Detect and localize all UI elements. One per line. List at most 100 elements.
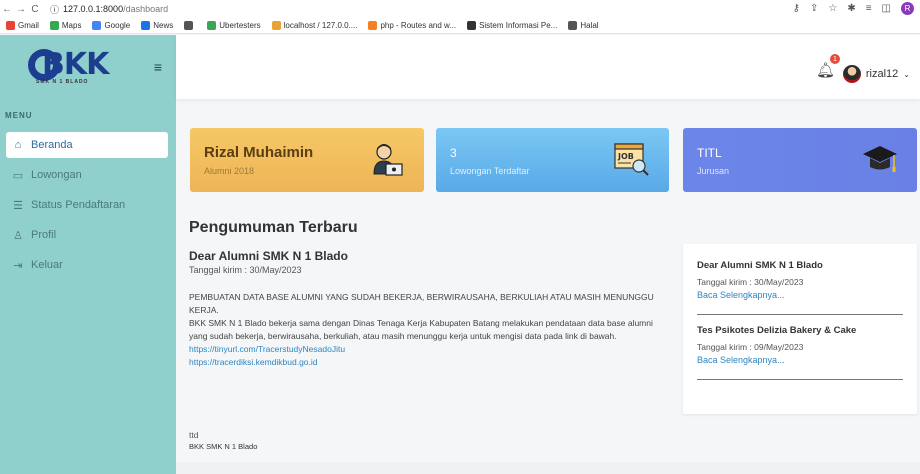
sidebar-item-profil[interactable]: ♙ Profil xyxy=(6,222,168,248)
announcement-body: PEMBUATAN DATA BASE ALUMNI YANG SUDAH BE… xyxy=(189,291,661,369)
key-icon[interactable]: ⚷ xyxy=(793,3,800,14)
user-icon: ♙ xyxy=(13,229,23,242)
graduate-person-icon xyxy=(373,144,403,176)
graduation-cap-icon xyxy=(863,146,897,172)
bookmark-label: Halal xyxy=(580,21,599,30)
sidebar-item-label: Profil xyxy=(31,229,57,241)
read-more-link[interactable]: Baca Selengkapnya... xyxy=(697,290,903,314)
bookmark-favicon-icon xyxy=(49,21,59,30)
sidebar-item-label: Beranda xyxy=(31,139,73,151)
topbar: 🔔︎ 1 rizal12 ⌄ xyxy=(176,35,920,99)
recent-title: Tes Psikotes Delizia Bakery & Cake xyxy=(697,325,857,336)
bookmarks-bar: Gmail Maps Google News Ubertesters localhost … xyxy=(0,18,920,34)
reading-list-icon[interactable]: ≡ xyxy=(866,3,872,14)
bookmark-favicon-icon xyxy=(207,21,217,30)
sidebar-item-lowongan[interactable]: ▭ Lowongan xyxy=(6,162,168,188)
major-card: TITL Jurusan xyxy=(683,128,917,192)
sidepanel-icon[interactable]: ◫ xyxy=(882,3,891,14)
bookmark-label: Gmail xyxy=(18,21,39,30)
card-title: TITL xyxy=(697,146,722,160)
sidebar-item-label: Status Pendaftaran xyxy=(31,199,126,211)
bookmark-favicon-icon xyxy=(368,21,378,30)
read-more-link[interactable]: Baca Selengkapnya... xyxy=(697,355,903,379)
list-icon: ☰ xyxy=(13,199,23,212)
card-subtitle: Lowongan Terdaftar xyxy=(450,166,530,176)
home-icon: ⌂ xyxy=(14,139,22,151)
sidebar-item-status-pendaftaran[interactable]: ☰ Status Pendaftaran xyxy=(6,192,168,218)
tracerdiksi-link[interactable]: https://tracerdiksi.kemdikbud.go.id xyxy=(189,356,661,369)
address-bar[interactable]: ⓘ 127.0.0.1:8000/dashboard xyxy=(50,3,168,16)
announcement-card: Dear Alumni SMK N 1 Blado Tanggal kirim … xyxy=(176,244,673,474)
profile-avatar[interactable]: R xyxy=(901,2,914,15)
tracer-study-link[interactable]: https://tinyurl.com/TracerstudyNesadoJit… xyxy=(189,343,661,356)
menu-label: MENU xyxy=(5,111,33,120)
bookmark-label: localhost / 127.0.0.... xyxy=(283,21,358,30)
bookmark-favicon-icon xyxy=(467,21,477,30)
sidebar-item-keluar[interactable]: ⇥ Keluar xyxy=(6,252,168,278)
bookmark-favicon-icon xyxy=(568,21,578,30)
sidebar-item-label: Keluar xyxy=(31,259,63,271)
bkk-logo[interactable]: BKK SMK N 1 BLADO xyxy=(22,45,132,89)
recent-announcement-item: Tes Psikotes Delizia Bakery & Cake Tangg… xyxy=(697,325,903,380)
announcement-ttd: ttd xyxy=(189,430,199,440)
chevron-down-icon: ⌄ xyxy=(903,69,910,79)
bookmark-item[interactable]: php - Routes and w... xyxy=(368,21,456,30)
bookmark-favicon-icon xyxy=(6,21,15,30)
recent-announcement-item: Dear Alumni SMK N 1 Blado Tanggal kirim … xyxy=(697,260,903,315)
bookmark-item[interactable]: localhost / 127.0.0.... xyxy=(271,21,358,30)
bookmark-item[interactable]: Sistem Informasi Pe... xyxy=(467,21,557,30)
hamburger-menu-icon[interactable]: ≡ xyxy=(154,59,162,75)
browser-toolbar: ← → C ⓘ 127.0.0.1:8000/dashboard ⚷ ⇪ ☆ ✱… xyxy=(0,0,920,18)
bookmark-favicon-icon xyxy=(184,21,194,30)
sidebar-item-label: Lowongan xyxy=(31,169,82,181)
url-host: 127.0.0.1:8000 xyxy=(63,4,124,14)
info-icon[interactable]: ⓘ xyxy=(50,3,59,16)
svg-text:JOB: JOB xyxy=(617,152,634,161)
bookmark-item[interactable]: News xyxy=(141,21,173,30)
bookmark-label: Maps xyxy=(61,21,82,30)
user-menu[interactable]: rizal12 ⌄ xyxy=(842,65,910,83)
reload-icon[interactable]: C xyxy=(28,4,42,15)
star-icon[interactable]: ☆ xyxy=(828,3,837,14)
bookmark-item[interactable]: Gmail xyxy=(6,21,39,30)
forward-icon[interactable]: → xyxy=(14,4,28,15)
sidebar-item-beranda[interactable]: ⌂ Beranda xyxy=(6,132,168,158)
avatar xyxy=(842,65,861,83)
bookmark-item[interactable]: Ubertesters xyxy=(207,21,261,30)
footer xyxy=(176,462,920,474)
card-title: Rizal Muhaimin xyxy=(204,144,314,161)
logout-icon: ⇥ xyxy=(13,259,23,272)
sidebar: BKK SMK N 1 BLADO ≡ MENU ⌂ Beranda ▭ Lowong… xyxy=(0,35,176,474)
bookmark-item[interactable]: Halal xyxy=(568,21,599,30)
notification-bell-icon[interactable]: 🔔︎ 1 xyxy=(816,54,840,79)
bookmark-label: php - Routes and w... xyxy=(380,21,457,30)
job-search-icon: JOB xyxy=(614,143,649,176)
briefcase-icon: ▭ xyxy=(12,169,24,182)
bookmark-item[interactable]: Google xyxy=(92,21,130,30)
logo-text: BKK xyxy=(42,47,109,82)
bookmark-label: Google xyxy=(104,21,131,30)
brand: BKK SMK N 1 BLADO ≡ xyxy=(0,35,176,99)
announcement-paragraph-2: BKK SMK N 1 Blado bekerja sama dengan Di… xyxy=(189,318,653,341)
recent-announcements-panel: Dear Alumni SMK N 1 Blado Tanggal kirim … xyxy=(683,244,917,414)
bookmark-item[interactable] xyxy=(184,21,196,30)
bookmark-favicon-icon xyxy=(271,21,281,30)
profile-card: Rizal Muhaimin Alumni 2018 xyxy=(190,128,424,192)
announcement-date: Tanggal kirim : 30/May/2023 xyxy=(189,265,302,275)
recent-date: Tanggal kirim : 09/May/2023 xyxy=(697,342,804,352)
bookmark-item[interactable]: Maps xyxy=(49,21,82,30)
section-title: Pengumuman Terbaru xyxy=(189,219,358,236)
bookmark-label: Sistem Informasi Pe... xyxy=(479,21,558,30)
logo-subtext: SMK N 1 BLADO xyxy=(36,79,89,85)
announcement-title: Dear Alumni SMK N 1 Blado xyxy=(189,249,348,263)
extensions-icon[interactable]: ✱ xyxy=(847,3,855,14)
bookmark-label: Ubertesters xyxy=(219,21,261,30)
bookmark-favicon-icon xyxy=(141,21,151,30)
url-path: /dashboard xyxy=(123,4,169,14)
card-subtitle: Jurusan xyxy=(697,166,730,176)
back-icon[interactable]: ← xyxy=(0,4,14,15)
announcement-signature: BKK SMK N 1 Blado xyxy=(189,442,258,451)
recent-date: Tanggal kirim : 30/May/2023 xyxy=(697,277,804,287)
announcement-paragraph-1: PEMBUATAN DATA BASE ALUMNI YANG SUDAH BE… xyxy=(189,292,654,315)
share-icon[interactable]: ⇪ xyxy=(810,3,818,14)
